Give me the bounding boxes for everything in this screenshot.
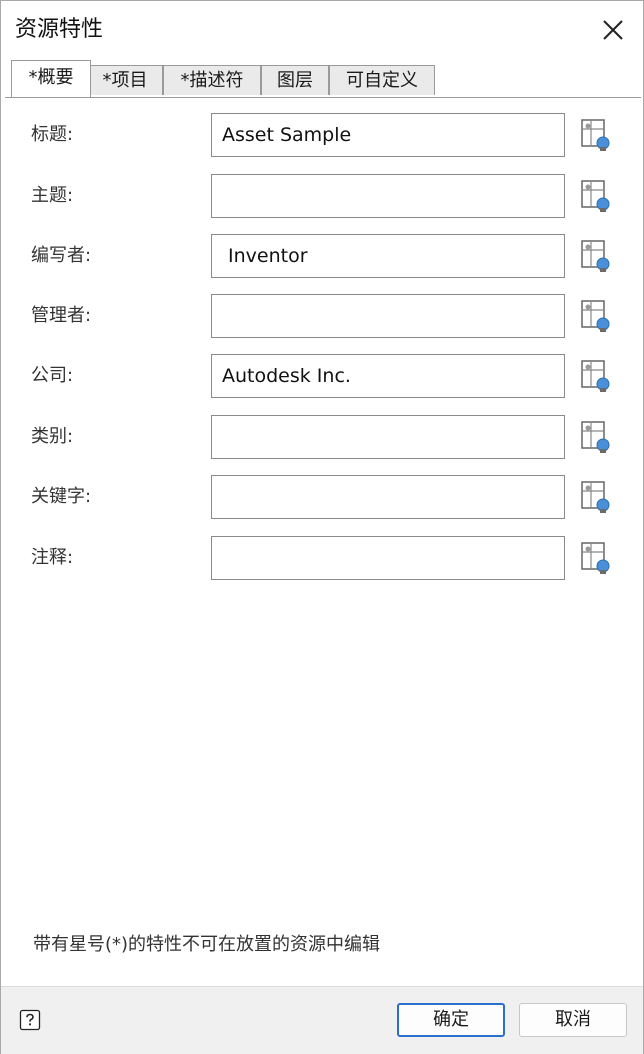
company-field[interactable] (211, 354, 565, 398)
company-label: 公司: (31, 365, 74, 386)
property-picker-icon (581, 180, 610, 212)
subject-label: 主题: (31, 185, 74, 206)
company-picker-button[interactable] (579, 358, 613, 394)
author-field[interactable] (211, 234, 565, 278)
keywords-label: 关键字: (31, 486, 92, 507)
property-picker-icon (581, 421, 610, 453)
row-author: 编写者: (1, 234, 641, 280)
row-manager: 管理者: (1, 294, 641, 340)
property-picker-icon (581, 300, 610, 332)
comments-picker-button[interactable] (579, 540, 613, 576)
subject-field[interactable] (211, 174, 565, 218)
tab-descriptors[interactable]: *描述符 (163, 65, 261, 95)
keywords-picker-button[interactable] (579, 479, 613, 515)
title-picker-button[interactable] (579, 117, 613, 153)
help-icon (19, 1009, 41, 1031)
row-comments: 注释: (1, 536, 641, 582)
property-picker-icon (581, 119, 610, 151)
row-company: 公司: (1, 354, 641, 400)
row-category: 类别: (1, 415, 641, 461)
keywords-field[interactable] (211, 475, 565, 519)
title-bar: 资源特性 (1, 1, 643, 59)
category-field[interactable] (211, 415, 565, 459)
close-icon (603, 20, 623, 40)
row-title: 标题: (1, 113, 641, 159)
manager-label: 管理者: (31, 305, 92, 326)
dialog-footer: 确定 取消 (1, 986, 643, 1054)
author-picker-button[interactable] (579, 238, 613, 274)
property-picker-icon (581, 481, 610, 513)
readonly-note: 带有星号(*)的特性不可在放置的资源中编辑 (33, 934, 381, 955)
close-button[interactable] (597, 14, 629, 46)
tab-summary[interactable]: *概要 (11, 60, 91, 97)
cancel-button[interactable]: 取消 (519, 1003, 627, 1037)
category-picker-button[interactable] (579, 419, 613, 455)
category-label: 类别: (31, 426, 74, 447)
manager-field[interactable] (211, 294, 565, 338)
subject-picker-button[interactable] (579, 178, 613, 214)
tab-bar: *概要 *项目 *描述符 图层 可自定义 (5, 59, 641, 98)
tab-project[interactable]: *项目 (87, 65, 163, 95)
property-picker-icon (581, 360, 610, 392)
tab-layers[interactable]: 图层 (261, 65, 329, 95)
comments-label: 注释: (31, 547, 74, 568)
dialog-title: 资源特性 (15, 17, 104, 42)
comments-field[interactable] (211, 536, 565, 580)
ok-button[interactable]: 确定 (397, 1003, 505, 1037)
title-field[interactable] (211, 113, 565, 157)
help-button[interactable] (19, 1009, 41, 1031)
row-subject: 主题: (1, 174, 641, 220)
asset-properties-dialog: 资源特性 *概要 *项目 *描述符 图层 可自定义 标题: Asset Samp… (0, 0, 644, 1054)
row-keywords: 关键字: (1, 475, 641, 521)
author-label: 编写者: (31, 245, 92, 266)
tab-customizable[interactable]: 可自定义 (329, 65, 435, 95)
title-label: 标题: (31, 124, 74, 145)
property-picker-icon (581, 542, 610, 574)
manager-picker-button[interactable] (579, 298, 613, 334)
property-picker-icon (581, 240, 610, 272)
